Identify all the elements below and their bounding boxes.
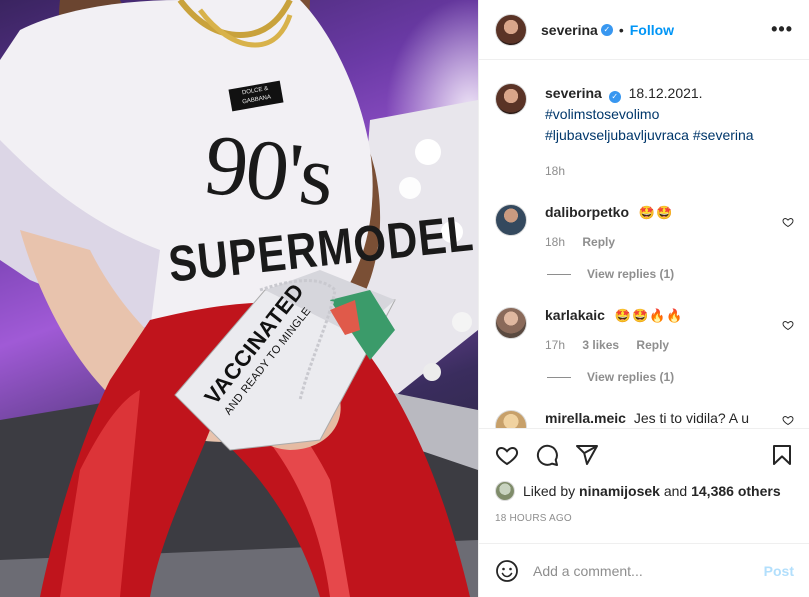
comment-text: 🤩🤩🔥🔥 [614, 308, 684, 323]
comment-text: Jes ti to vidila? A u [633, 410, 750, 426]
liker-avatar[interactable] [495, 481, 515, 501]
comment-meta: 17h 3 likes Reply [545, 338, 794, 352]
view-replies-button[interactable]: View replies (1) [547, 267, 794, 281]
likes-prefix: Liked by [523, 483, 576, 499]
reply-button[interactable]: Reply [582, 235, 615, 249]
post-side-panel: severina ✓ • Follow ••• severina ✓ 18.12… [478, 0, 809, 597]
comment-username[interactable]: daliborpetko [545, 204, 629, 220]
heart-icon[interactable] [495, 443, 519, 467]
view-replies-label: View replies (1) [587, 267, 675, 281]
author-avatar[interactable] [495, 13, 527, 46]
comment-item: mirella.meic Jes ti to vidila? A u [495, 384, 794, 428]
post-photo[interactable]: DOLCE & GABBANA 90's SUPERMODEL VACCINAT… [0, 0, 478, 597]
add-comment-form: Post [479, 543, 809, 597]
comment-item: karlakaic 🤩🤩🔥🔥 17h 3 likes Reply [495, 281, 794, 352]
comment-item: daliborpetko 🤩🤩 18h Reply [495, 178, 794, 249]
caption-username[interactable]: severina [545, 85, 602, 101]
comment-body: daliborpetko 🤩🤩 18h Reply [545, 204, 794, 249]
comment-time[interactable]: 17h [545, 338, 565, 352]
comment-like-heart-icon[interactable] [782, 414, 794, 426]
view-replies-button[interactable]: View replies (1) [547, 370, 794, 384]
view-replies-label: View replies (1) [587, 370, 675, 384]
caption-body: severina ✓ 18.12.2021. #volimstosevolimo… [545, 83, 794, 178]
post-header: severina ✓ • Follow ••• [479, 0, 809, 60]
view-replies-line [547, 376, 571, 378]
caption-text: severina ✓ 18.12.2021. #volimstosevolimo… [545, 83, 794, 146]
post-comment-button[interactable]: Post [764, 563, 794, 579]
likes-and: and [663, 483, 688, 499]
comment-username[interactable]: mirella.meic [545, 410, 626, 426]
action-bar [495, 429, 794, 481]
comment-text-line: daliborpetko 🤩🤩 [545, 204, 794, 221]
hashtag-link[interactable]: #volimstosevolimo [545, 106, 659, 122]
comment-time[interactable]: 18h [545, 235, 565, 249]
reply-button[interactable]: Reply [636, 338, 669, 352]
comment-likes-count[interactable]: 3 likes [582, 338, 619, 352]
bookmark-icon[interactable] [770, 443, 794, 467]
likes-summary: Liked by ninamijosek and 14,386 others [495, 481, 794, 501]
more-options-icon[interactable]: ••• [771, 19, 793, 40]
commenter-avatar[interactable] [495, 204, 527, 236]
caption-date: 18.12.2021. [628, 85, 703, 101]
hashtag-link[interactable]: #severina [693, 127, 754, 143]
post-caption: severina ✓ 18.12.2021. #volimstosevolimo… [495, 61, 794, 178]
view-replies-line [547, 273, 571, 275]
header-separator: • [618, 21, 624, 38]
post-timestamp[interactable]: 18 HOURS AGO [495, 513, 794, 524]
liker-username[interactable]: ninamijosek [579, 483, 660, 499]
caption-meta: 18h [545, 164, 794, 178]
verified-badge-icon: ✓ [600, 23, 613, 36]
comment-body: mirella.meic Jes ti to vidila? A u [545, 410, 794, 428]
comments-list[interactable]: severina ✓ 18.12.2021. #volimstosevolimo… [479, 61, 809, 428]
comment-text-line: mirella.meic Jes ti to vidila? A u [545, 410, 794, 426]
hashtag-link[interactable]: #ljubavseljubavljuvraca [545, 127, 689, 143]
comment-like-heart-icon[interactable] [782, 319, 794, 331]
comment-like-heart-icon[interactable] [782, 216, 794, 228]
verified-badge-icon: ✓ [608, 91, 621, 103]
commenter-avatar[interactable] [495, 307, 527, 339]
emoji-icon[interactable] [495, 559, 519, 583]
commenter-avatar[interactable] [495, 410, 527, 428]
post-actions-section: Liked by ninamijosek and 14,386 others 1… [479, 428, 809, 524]
comment-input[interactable] [533, 562, 764, 579]
comment-username[interactable]: karlakaic [545, 307, 605, 323]
comment-text-line: karlakaic 🤩🤩🔥🔥 [545, 307, 794, 324]
comment-text: 🤩🤩 [638, 205, 674, 220]
caption-avatar[interactable] [495, 83, 527, 115]
comment-body: karlakaic 🤩🤩🔥🔥 17h 3 likes Reply [545, 307, 794, 352]
caption-time[interactable]: 18h [545, 164, 565, 178]
author-username[interactable]: severina [541, 22, 598, 38]
likes-others-link[interactable]: 14,386 others [691, 483, 781, 499]
follow-button[interactable]: Follow [630, 22, 674, 38]
instagram-post: DOLCE & GABBANA 90's SUPERMODEL VACCINAT… [0, 0, 809, 597]
comment-icon[interactable] [535, 443, 559, 467]
shirt-print-number: 90's [200, 115, 337, 225]
share-icon[interactable] [575, 443, 599, 467]
comment-meta: 18h Reply [545, 235, 794, 249]
